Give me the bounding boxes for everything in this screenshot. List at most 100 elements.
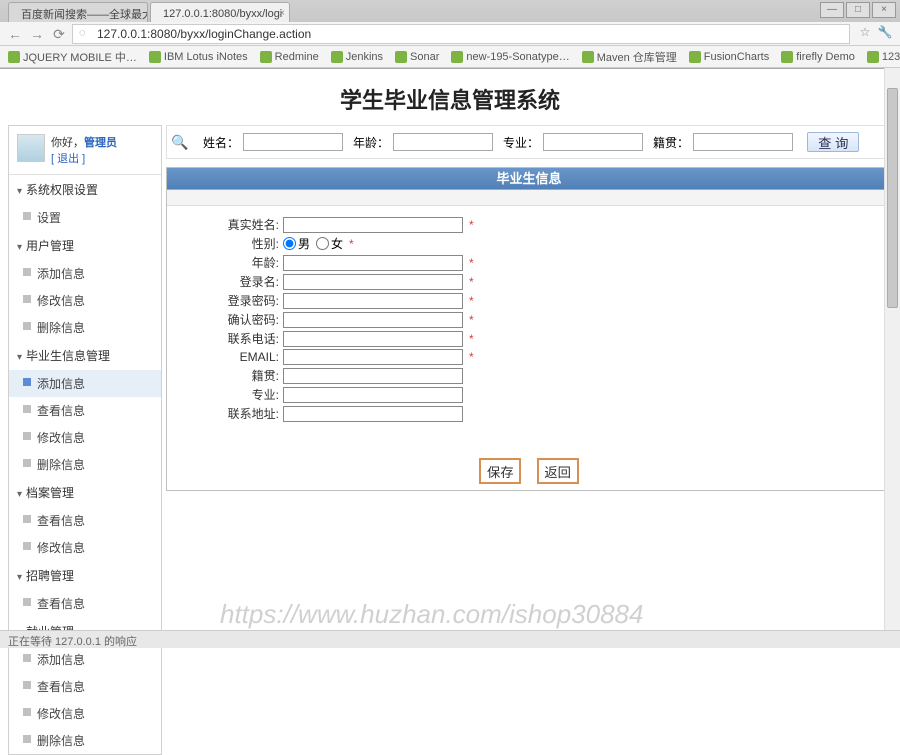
bookmark-item[interactable]: 123.127.237.189… [867,51,900,63]
form-row: 联系地址: [183,405,875,422]
form-row: 联系电话:* [183,330,875,347]
field-label: 联系地址: [183,405,283,422]
bookmark-item[interactable]: JQUERY MOBILE 中… [8,49,137,65]
star-icon[interactable]: ☆ [856,25,874,43]
form-row: 真实姓名:* [183,216,875,233]
radio-option[interactable]: 男 [283,235,310,252]
required-mark: * [469,350,474,364]
scrollbar[interactable] [884,68,900,630]
menu-item[interactable]: 添加信息 [9,370,161,397]
bookmark-icon [781,51,793,63]
tab-title: 127.0.0.1:8080/byxx/logi [163,8,282,20]
url-input[interactable]: ◌ 127.0.0.1:8080/byxx/loginChange.action [72,24,850,44]
menu-item[interactable]: 删除信息 [9,727,161,754]
logout-link[interactable]: [ 退出 ] [51,153,85,165]
bookmark-item[interactable]: IBM Lotus iNotes [149,51,248,63]
search-label: 籍贯： [653,136,689,150]
reload-button[interactable]: ⟳ [50,25,68,43]
menu-item[interactable]: 查看信息 [9,590,161,617]
form-input[interactable] [283,387,463,403]
bookmarks-bar: JQUERY MOBILE 中… IBM Lotus iNotes Redmine J… [0,46,900,68]
bookmark-icon [149,51,161,63]
form-row: 登录名:* [183,273,875,290]
menu-item[interactable]: 添加信息 [9,646,161,673]
form-input[interactable] [283,312,463,328]
search-button[interactable]: 查 询 [807,132,859,152]
field-label: 年龄: [183,254,283,271]
menu-item[interactable]: 设置 [9,204,161,231]
menu-group-head[interactable]: 系统权限设置 [9,175,161,204]
form-row: 年龄:* [183,254,875,271]
form-input[interactable] [283,368,463,384]
page-title: 学生毕业信息管理系统 [0,69,900,125]
required-mark: * [469,294,474,308]
browser-tab[interactable]: 百度新闻搜索——全球最大 [8,2,148,22]
form-input[interactable] [283,217,463,233]
bookmark-item[interactable]: Sonar [395,51,439,63]
minimize-button[interactable]: — [820,2,844,18]
status-bar: 正在等待 127.0.0.1 的响应 [0,630,900,648]
bookmark-icon [451,51,463,63]
menu-item[interactable]: 修改信息 [9,287,161,314]
bookmark-item[interactable]: Jenkins [331,51,383,63]
field-label: 专业: [183,386,283,403]
save-button[interactable]: 保存 [479,458,521,484]
bookmark-item[interactable]: FusionCharts [689,51,769,63]
form-row: 登录密码:* [183,292,875,309]
search-input[interactable] [243,133,343,151]
menu-item[interactable]: 修改信息 [9,534,161,561]
back-button[interactable]: 返回 [537,458,579,484]
form-input[interactable] [283,293,463,309]
username: 管理员 [84,137,117,149]
required-mark: * [349,237,354,251]
menu-item[interactable]: 删除信息 [9,314,161,341]
form-input[interactable] [283,255,463,271]
search-input[interactable] [543,133,643,151]
maximize-button[interactable]: □ [846,2,870,18]
address-bar: ← → ⟳ ◌ 127.0.0.1:8080/byxx/loginChange.… [0,22,900,46]
form-input[interactable] [283,406,463,422]
menu-item[interactable]: 修改信息 [9,424,161,451]
menu-group-head[interactable]: 档案管理 [9,478,161,507]
menu-group-head[interactable]: 毕业生信息管理 [9,341,161,370]
menu-item[interactable]: 查看信息 [9,673,161,700]
form-input[interactable] [283,274,463,290]
close-icon[interactable]: × [279,8,285,19]
forward-button[interactable]: → [28,25,46,43]
field-label: 真实姓名: [183,216,283,233]
menu-item[interactable]: 查看信息 [9,507,161,534]
back-button[interactable]: ← [6,25,24,43]
form-actions: 保存 返回 [167,440,891,490]
bookmark-icon [582,51,594,63]
bookmark-item[interactable]: Redmine [260,51,319,63]
radio-option[interactable]: 女 [316,235,343,252]
field-label: 登录名: [183,273,283,290]
tab-title: 百度新闻搜索——全球最大 [21,6,148,22]
menu-item[interactable]: 添加信息 [9,260,161,287]
window-controls: — □ × [818,2,896,18]
form-row: EMAIL: * [183,349,875,365]
close-button[interactable]: × [872,2,896,18]
field-label: EMAIL: [183,350,283,364]
form-row: 籍贯: [183,367,875,384]
menu-group-head[interactable]: 招聘管理 [9,561,161,590]
search-input[interactable] [393,133,493,151]
bookmark-item[interactable]: new-195-Sonatype… [451,51,569,63]
form-input[interactable] [283,331,463,347]
wrench-icon[interactable]: 🔧 [876,25,894,43]
bookmark-icon [8,51,20,63]
bookmark-item[interactable]: Maven 仓库管理 [582,49,677,65]
menu-group-head[interactable]: 用户管理 [9,231,161,260]
tabs-bar: 百度新闻搜索——全球最大 127.0.0.1:8080/byxx/logi × … [0,0,900,22]
menu-item[interactable]: 删除信息 [9,451,161,478]
browser-chrome: 百度新闻搜索——全球最大 127.0.0.1:8080/byxx/logi × … [0,0,900,69]
sidebar: 你好，管理员 [ 退出 ] 系统权限设置设置用户管理添加信息修改信息删除信息毕业… [8,125,162,755]
bookmark-item[interactable]: firefly Demo [781,51,855,63]
browser-tab[interactable]: 127.0.0.1:8080/byxx/logi × [150,2,290,22]
field-label: 联系电话: [183,330,283,347]
search-input[interactable] [693,133,793,151]
menu-item[interactable]: 查看信息 [9,397,161,424]
form-input[interactable] [283,349,463,365]
menu-item[interactable]: 修改信息 [9,700,161,727]
scrollbar-thumb[interactable] [887,88,898,308]
